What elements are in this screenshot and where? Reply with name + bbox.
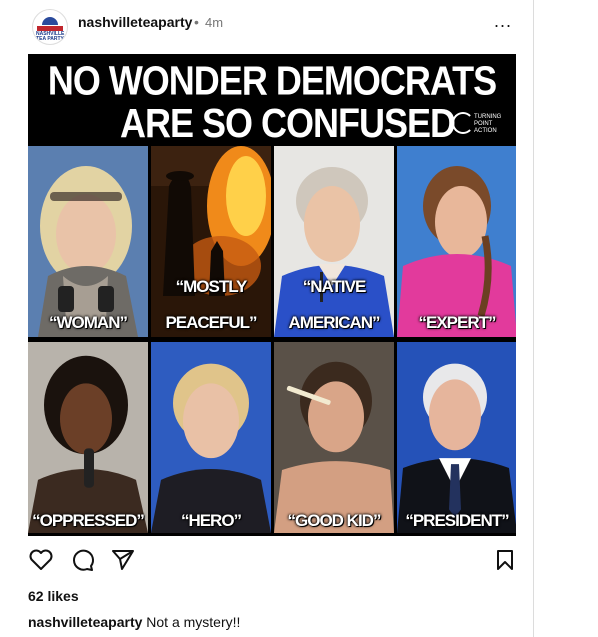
panel-caption: “OPPRESSED” — [32, 511, 145, 530]
turning-point-logo: TURNING POINT ACTION — [452, 112, 512, 134]
panel-photo — [151, 146, 271, 337]
comment-icon[interactable] — [70, 548, 96, 572]
panel-president: “PRESIDENT” — [397, 342, 516, 533]
avatar-hat-graphic — [42, 17, 58, 25]
panel-photo — [28, 342, 148, 533]
logo-circle-icon — [452, 112, 474, 134]
panel-photo — [274, 342, 394, 533]
likes-count[interactable]: 62 likes — [28, 588, 79, 604]
panel-oppressed: “OPPRESSED” — [28, 342, 148, 533]
panel-good-kid: “GOOD KID” — [274, 342, 394, 533]
panel-caption-line-2: AMERICAN” — [288, 313, 380, 332]
panel-expert: “EXPERT” — [397, 146, 516, 337]
bookmark-icon[interactable] — [494, 548, 516, 572]
panel-photo — [397, 342, 516, 533]
post-timestamp[interactable]: 4m — [205, 15, 223, 30]
panel-mostly-peaceful: “MOSTLY PEACEFUL” — [151, 146, 271, 337]
avatar-logo-text: NASHVILLE TEA PARTY — [36, 31, 65, 42]
panel-caption: “HERO” — [180, 511, 242, 530]
post-caption: nashvilleteaparty Not a mystery!! — [28, 614, 240, 630]
panel-native-american: “NATIVE AMERICAN” — [274, 146, 394, 337]
headline-line-1: NO WONDER DEMOCRATS — [47, 57, 497, 104]
separator-dot: • — [194, 14, 199, 30]
heart-icon[interactable] — [28, 548, 54, 572]
panel-caption-line-1: “MOSTLY — [175, 277, 248, 296]
post-image[interactable]: NO WONDER DEMOCRATS ARE SO CONFUSED TURN… — [28, 54, 516, 536]
panel-caption-line-1: “NATIVE — [302, 277, 367, 296]
logo-text: TURNING POINT ACTION — [474, 114, 502, 134]
post-username[interactable]: nashvilleteaparty — [78, 14, 192, 30]
panel-caption: “WOMAN” — [49, 313, 128, 332]
share-icon[interactable] — [110, 547, 136, 571]
panel-woman: “WOMAN” — [28, 146, 148, 337]
panel-photo — [28, 146, 148, 337]
panel-caption: “GOOD KID” — [287, 511, 382, 530]
caption-username[interactable]: nashvilleteaparty — [28, 614, 142, 630]
panel-caption: “EXPERT” — [418, 313, 496, 332]
panel-caption-line-2: PEACEFUL” — [165, 313, 257, 332]
caption-text: Not a mystery!! — [146, 614, 241, 630]
panel-caption: “PRESIDENT” — [405, 511, 509, 530]
image-headline: NO WONDER DEMOCRATS ARE SO CONFUSED TURN… — [28, 54, 516, 146]
panel-photo — [151, 342, 271, 533]
panel-photo — [397, 146, 516, 337]
panel-hero: “HERO” — [151, 342, 271, 533]
headline-line-2: ARE SO CONFUSED — [120, 100, 456, 146]
meme-grid: “WOMAN” “MOSTLY PEACEFUL” “NATIVE AMERIC… — [28, 146, 516, 536]
more-options-button[interactable]: ... — [494, 12, 512, 30]
right-divider — [533, 0, 534, 637]
panel-photo — [274, 146, 394, 337]
post-header: NASHVILLE TEA PARTY nashvilleteaparty • … — [0, 0, 533, 52]
avatar[interactable]: NASHVILLE TEA PARTY — [32, 9, 68, 45]
